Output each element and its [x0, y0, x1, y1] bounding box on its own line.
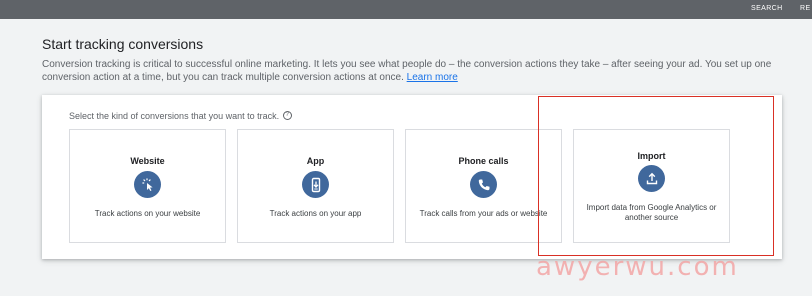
search-link[interactable]: SEARCH	[751, 5, 783, 12]
card-phone-calls[interactable]: Phone calls Track calls from your ads or…	[405, 129, 562, 243]
conversion-type-prompt: Select the kind of conversions that you …	[69, 111, 292, 121]
conversion-type-panel: Select the kind of conversions that you …	[42, 95, 782, 259]
upload-icon	[638, 165, 665, 192]
page-title: Start tracking conversions	[42, 36, 204, 52]
intro-text: Conversion tracking is critical to succe…	[42, 59, 802, 84]
card-title: Phone calls	[458, 156, 509, 166]
card-title: Import	[637, 151, 666, 161]
phone-download-icon	[302, 171, 329, 198]
watermark: awyerwu.com	[536, 252, 739, 282]
card-import[interactable]: Import Import data from Google Analytics…	[573, 129, 730, 243]
card-description: Import data from Google Analytics or ano…	[586, 203, 717, 222]
card-title: App	[306, 156, 325, 166]
truncated-top-link[interactable]: RE	[800, 5, 811, 12]
card-description: Track actions on your app	[269, 209, 362, 218]
card-description: Track actions on your website	[94, 209, 201, 218]
top-bar: SEARCH RE	[0, 0, 812, 19]
phone-icon	[470, 171, 497, 198]
prompt-text: Select the kind of conversions that you …	[69, 111, 280, 121]
help-circle-icon[interactable]: ?	[282, 111, 292, 120]
learn-more-link[interactable]: Learn more	[407, 72, 458, 83]
card-description: Track calls from your ads or website	[419, 209, 548, 218]
card-app[interactable]: App Track actions on your app	[237, 129, 394, 243]
cursor-click-icon	[134, 171, 161, 198]
card-title: Website	[130, 156, 165, 166]
card-website[interactable]: Website Track actions on your website	[69, 129, 226, 243]
